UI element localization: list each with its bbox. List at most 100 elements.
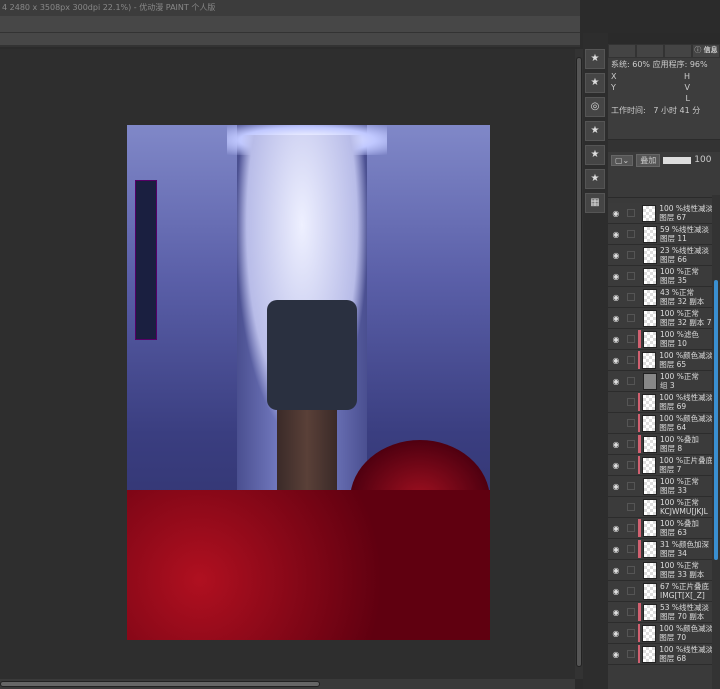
blend-mode-select[interactable]: 叠加 (636, 153, 661, 167)
eye-icon[interactable]: ◉ (608, 524, 624, 533)
layer-row[interactable]: ◉ 100 %正常 图层 35 (608, 266, 712, 287)
eye-icon[interactable]: ◉ (608, 230, 624, 239)
layer-row[interactable]: ◉ 100 %正常组 3 (608, 371, 712, 392)
layer-thumbnail (643, 246, 657, 264)
eye-icon[interactable]: ◉ (608, 587, 624, 596)
layer-row[interactable]: ◉ 100 %叠加 图层 8 (608, 434, 712, 455)
layer-row[interactable]: 100 %线性减淡 图层 69 (608, 392, 712, 413)
horizontal-scrollbar[interactable] (0, 679, 575, 689)
layer-thumbnail (643, 498, 657, 516)
layer-row[interactable]: ◉ 100 %颜色减淡 图层 65 (608, 350, 712, 371)
layer-row[interactable]: ◉ 100 %颜色减淡 图层 70 (608, 623, 712, 644)
opacity-slider[interactable] (663, 156, 692, 164)
eye-icon[interactable]: ◉ (608, 650, 624, 659)
lock-checkbox[interactable] (627, 314, 635, 322)
eye-icon[interactable]: ◉ (608, 335, 624, 344)
artwork-canvas[interactable] (127, 125, 490, 640)
lock-checkbox[interactable] (627, 272, 635, 280)
layer-mode: 100 %正常 (660, 267, 699, 276)
material-folder-icon[interactable]: ★ (585, 145, 605, 165)
layer-row[interactable]: ◉ 100 %滤色 图层 10 (608, 329, 712, 350)
lock-checkbox[interactable] (626, 398, 635, 406)
layer-row[interactable]: ◉ 23 %线性减淡 图层 66 (608, 245, 712, 266)
lock-checkbox[interactable] (627, 503, 635, 511)
lock-checkbox[interactable] (627, 482, 635, 490)
eye-icon[interactable]: ◉ (608, 293, 624, 302)
layer-row[interactable]: ◉ 43 %正常 图层 32 副本 (608, 287, 712, 308)
eye-icon[interactable]: ◉ (608, 545, 624, 554)
lock-checkbox[interactable] (627, 608, 635, 616)
layer-row[interactable]: 100 %正常 KCJWMU[JKJL (608, 497, 712, 518)
lock-checkbox[interactable] (626, 650, 635, 658)
layer-row[interactable]: ◉ 100 %正常 图层 33 (608, 476, 712, 497)
layer-row[interactable]: ◉ 31 %颜色加深 图层 34 (608, 539, 712, 560)
layer-row[interactable]: ◉ 67 %正片叠底 IMG[T[X[_Z] (608, 581, 712, 602)
material-folder-icon[interactable]: ★ (585, 121, 605, 141)
navigator-icon[interactable]: ◎ (585, 97, 605, 117)
eye-icon[interactable]: ◉ (608, 461, 624, 470)
layer-row[interactable]: ◉ 100 %正片叠底 图层 7 (608, 455, 712, 476)
material-folder-icon[interactable]: ★ (585, 169, 605, 189)
scroll-thumb[interactable] (576, 57, 582, 667)
eye-icon[interactable]: ◉ (608, 608, 624, 617)
lock-checkbox[interactable] (626, 209, 635, 217)
eye-icon[interactable]: ◉ (608, 440, 624, 449)
lock-checkbox[interactable] (627, 293, 635, 301)
lock-checkbox[interactable] (627, 230, 635, 238)
layer-row[interactable]: ◉ 100 %线性减淡 图层 67 (608, 203, 712, 224)
lock-checkbox[interactable] (626, 356, 635, 364)
layer-mode: 100 %线性减淡 (659, 645, 712, 654)
eye-icon[interactable]: ◉ (608, 482, 624, 491)
layer-scroll-thumb[interactable] (714, 280, 718, 560)
tab-icon[interactable] (637, 45, 663, 57)
layer-mode: 100 %颜色减淡 (659, 414, 712, 423)
layer-row[interactable]: ◉ 59 %线性减淡 图层 11 (608, 224, 712, 245)
eye-icon[interactable]: ◉ (608, 566, 624, 575)
canvas-tab-bar (0, 33, 580, 47)
lock-checkbox[interactable] (627, 524, 635, 532)
eye-icon[interactable]: ◉ (608, 251, 624, 260)
lock-checkbox[interactable] (627, 587, 635, 595)
expression-color-select[interactable]: ▢⌄ (611, 154, 634, 166)
layer-name: 图层 66 (660, 255, 687, 264)
layer-name: IMG[T[X[_Z] (660, 591, 705, 600)
opacity-value[interactable]: 100 (694, 155, 711, 165)
grid-icon[interactable]: ▦ (585, 193, 605, 213)
lock-checkbox[interactable] (626, 419, 635, 427)
layer-tools[interactable] (608, 168, 720, 198)
material-folder-icon[interactable]: ★ (585, 73, 605, 93)
lock-checkbox[interactable] (627, 377, 635, 385)
lock-checkbox[interactable] (626, 461, 635, 469)
toolbar (0, 16, 580, 33)
layer-row[interactable]: ◉ 100 %线性减淡 图层 68 (608, 644, 712, 665)
layer-row[interactable]: ◉ 53 %线性减淡 图层 70 副本 (608, 602, 712, 623)
eye-icon[interactable]: ◉ (608, 272, 624, 281)
tab-info[interactable]: ⓘ 信息 (693, 45, 719, 57)
tab-icon[interactable] (665, 45, 691, 57)
layer-name: 图层 11 (660, 234, 687, 243)
material-folder-icon[interactable]: ★ (585, 49, 605, 69)
lock-checkbox[interactable] (627, 335, 635, 343)
layer-row[interactable]: 100 %颜色减淡 图层 64 (608, 413, 712, 434)
eye-icon[interactable]: ◉ (608, 377, 624, 386)
layer-row[interactable]: ◉ 100 %叠加 图层 63 (608, 518, 712, 539)
eye-icon[interactable]: ◉ (608, 314, 624, 323)
scroll-thumb[interactable] (0, 681, 320, 687)
layer-mode: 100 %线性减淡 (659, 204, 712, 213)
layer-row[interactable]: ◉ 100 %正常 图层 32 副本 7 (608, 308, 712, 329)
eye-icon[interactable]: ◉ (608, 356, 624, 365)
eye-icon[interactable]: ◉ (608, 629, 624, 638)
clip-indicator (638, 603, 641, 621)
tab-icon[interactable] (609, 45, 635, 57)
layer-thumbnail (643, 330, 657, 348)
lock-checkbox[interactable] (627, 440, 635, 448)
layer-row[interactable]: ◉ 100 %正常 图层 33 副本 (608, 560, 712, 581)
lock-checkbox[interactable] (626, 629, 635, 637)
layer-scrollbar[interactable] (712, 195, 720, 689)
lock-checkbox[interactable] (627, 566, 635, 574)
lock-checkbox[interactable] (627, 545, 635, 553)
lock-checkbox[interactable] (627, 251, 635, 259)
layer-panel-tabs[interactable] (608, 140, 720, 152)
eye-icon[interactable]: ◉ (608, 209, 624, 218)
vertical-scrollbar[interactable] (575, 49, 583, 679)
